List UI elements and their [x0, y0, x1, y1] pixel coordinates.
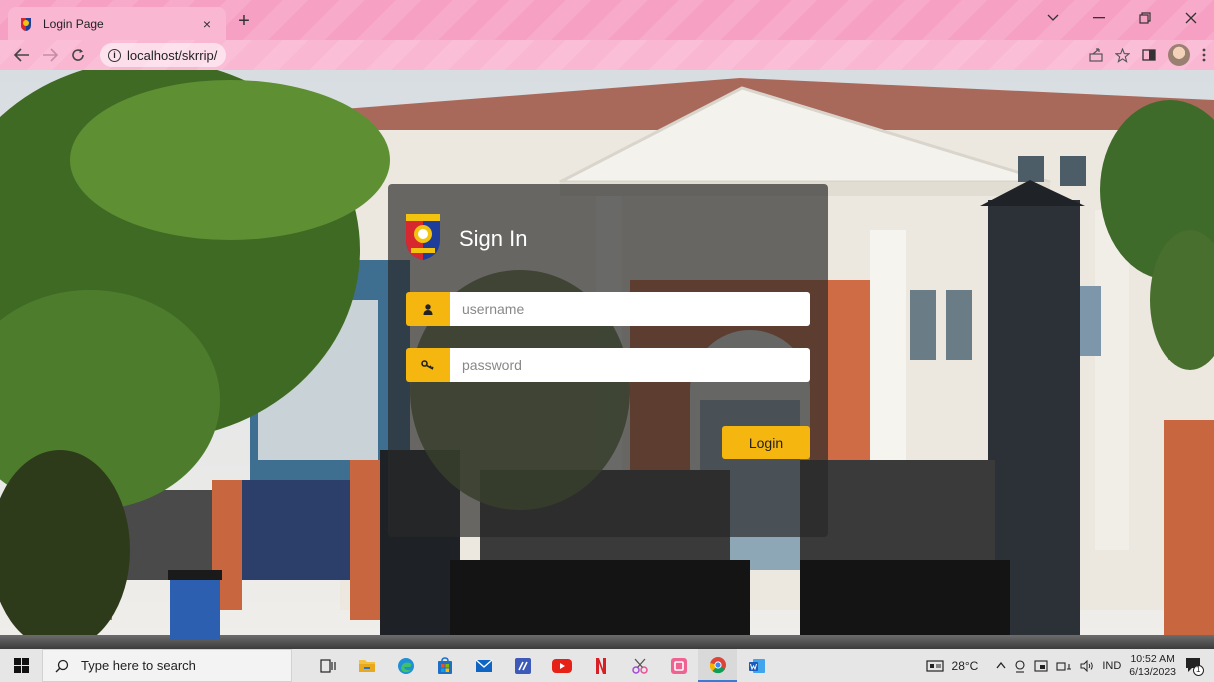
volume-icon[interactable]	[1080, 659, 1094, 672]
user-icon	[406, 292, 450, 326]
new-tab-button[interactable]: +	[234, 11, 254, 31]
language-indicator[interactable]: IND	[1102, 660, 1121, 672]
username-field-group	[406, 292, 810, 326]
mail-icon[interactable]	[464, 649, 503, 682]
puzzle-app-icon[interactable]	[659, 649, 698, 682]
login-button[interactable]: Login	[722, 426, 810, 459]
browser-toolbar: i localhost/skrrip/	[0, 40, 1214, 70]
chrome-icon[interactable]	[698, 649, 737, 682]
snipping-tool-icon[interactable]	[620, 649, 659, 682]
network-icon[interactable]	[1056, 660, 1072, 672]
tab-title: Login Page	[43, 16, 104, 31]
browser-tab-bar: Login Page × +	[0, 0, 1214, 40]
tab-search-chevron-icon[interactable]	[1030, 0, 1076, 36]
search-icon	[55, 659, 69, 672]
password-input[interactable]	[450, 348, 810, 382]
share-icon[interactable]	[1089, 48, 1103, 62]
weather-icon[interactable]	[925, 659, 944, 673]
netflix-icon[interactable]	[581, 649, 620, 682]
windows-taskbar: Type here to search 28°C IND 10:52 AM 6/…	[0, 649, 1214, 682]
screen-capture-icon[interactable]	[1034, 659, 1048, 672]
address-bar[interactable]: i localhost/skrrip/	[100, 43, 226, 67]
close-tab-icon[interactable]: ×	[198, 16, 216, 32]
site-info-icon[interactable]: i	[108, 48, 121, 62]
close-window-button[interactable]	[1168, 0, 1214, 36]
file-explorer-icon[interactable]	[347, 649, 386, 682]
login-panel: Sign In Login	[388, 184, 828, 537]
url-text: localhost/skrrip/	[127, 47, 218, 63]
restore-button[interactable]	[1122, 0, 1168, 36]
back-arrow-icon[interactable]	[8, 42, 36, 68]
taskbar-search-box[interactable]: Type here to search	[42, 649, 292, 682]
weather-temperature[interactable]: 28°C	[952, 659, 979, 673]
microsoft-store-icon[interactable]	[425, 649, 464, 682]
search-placeholder: Type here to search	[81, 658, 196, 673]
minimize-button[interactable]	[1076, 0, 1122, 36]
word-icon[interactable]	[737, 649, 776, 682]
password-field-group	[406, 348, 810, 382]
menu-kebab-icon[interactable]	[1202, 48, 1206, 62]
clock-date: 6/13/2023	[1129, 665, 1176, 678]
profile-avatar[interactable]	[1168, 44, 1190, 66]
key-icon	[406, 348, 450, 382]
sign-in-heading: Sign In	[459, 226, 528, 251]
notification-center-icon[interactable]: 1	[1184, 656, 1204, 676]
meet-now-icon[interactable]	[1014, 659, 1026, 673]
youtube-icon[interactable]	[542, 649, 581, 682]
edge-browser-icon[interactable]	[386, 649, 425, 682]
reload-icon[interactable]	[64, 42, 92, 68]
chevron-up-icon[interactable]	[996, 662, 1006, 669]
page-viewport: Sign In Login	[0, 70, 1214, 649]
system-tray: 28°C IND 10:52 AM 6/13/2023 1	[925, 649, 1214, 682]
side-panel-icon[interactable]	[1142, 49, 1156, 61]
bookmark-star-icon[interactable]	[1115, 47, 1130, 63]
clock-time: 10:52 AM	[1130, 652, 1175, 665]
windows-start-icon[interactable]	[0, 649, 42, 682]
task-view-icon[interactable]	[308, 649, 347, 682]
tab-login-page[interactable]: Login Page ×	[8, 7, 226, 40]
visual-studio-icon[interactable]	[503, 649, 542, 682]
site-logo-icon	[21, 17, 31, 31]
school-logo-icon	[406, 214, 440, 260]
username-input[interactable]	[450, 292, 810, 326]
forward-arrow-icon[interactable]	[36, 42, 64, 68]
system-clock[interactable]: 10:52 AM 6/13/2023	[1129, 653, 1176, 679]
notification-count: 1	[1196, 664, 1201, 674]
